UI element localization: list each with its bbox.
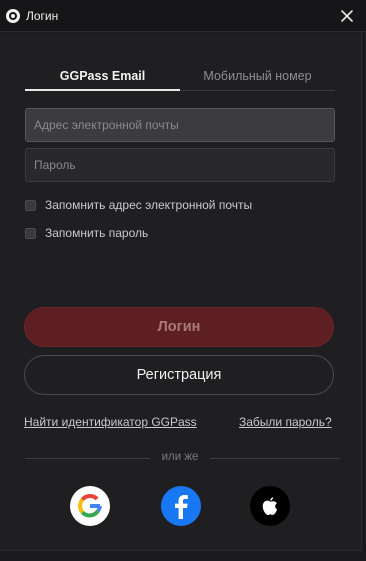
apple-login-button[interactable] <box>250 486 290 526</box>
title-bar: Логин <box>0 0 366 32</box>
login-dialog: GGPass Email Мобильный номер Запомнить а… <box>0 33 362 551</box>
google-login-button[interactable] <box>70 486 110 526</box>
forgot-password-link[interactable]: Забыли пароль? <box>239 415 332 429</box>
close-icon <box>341 10 353 22</box>
divider-right <box>210 458 340 459</box>
google-icon <box>78 494 102 518</box>
remember-email-checkbox[interactable] <box>25 199 36 211</box>
remember-email-row[interactable]: Запомнить адрес электронной почты <box>25 197 252 213</box>
login-button[interactable]: Логин <box>24 307 334 347</box>
remember-password-row[interactable]: Запомнить пароль <box>25 225 148 241</box>
divider-left <box>25 458 150 459</box>
tab-ggpass-email[interactable]: GGPass Email <box>25 69 180 91</box>
apple-icon <box>262 497 278 516</box>
facebook-login-button[interactable] <box>161 486 201 526</box>
tab-mobile-number[interactable]: Мобильный номер <box>180 69 335 91</box>
remember-email-label: Запомнить адрес электронной почты <box>45 198 253 212</box>
active-tab-indicator <box>25 89 180 91</box>
close-button[interactable] <box>337 6 357 26</box>
window-title: Логин <box>26 9 59 23</box>
gg-logo-icon <box>6 9 20 23</box>
email-field[interactable] <box>25 108 335 142</box>
remember-password-checkbox[interactable] <box>25 227 36 239</box>
find-ggpass-id-link[interactable]: Найти идентификатор GGPass <box>24 415 197 429</box>
divider-text: или же <box>161 451 199 463</box>
remember-password-label: Запомнить пароль <box>45 226 149 240</box>
facebook-icon <box>175 495 188 519</box>
register-button[interactable]: Регистрация <box>24 355 334 395</box>
password-field[interactable] <box>25 148 335 182</box>
